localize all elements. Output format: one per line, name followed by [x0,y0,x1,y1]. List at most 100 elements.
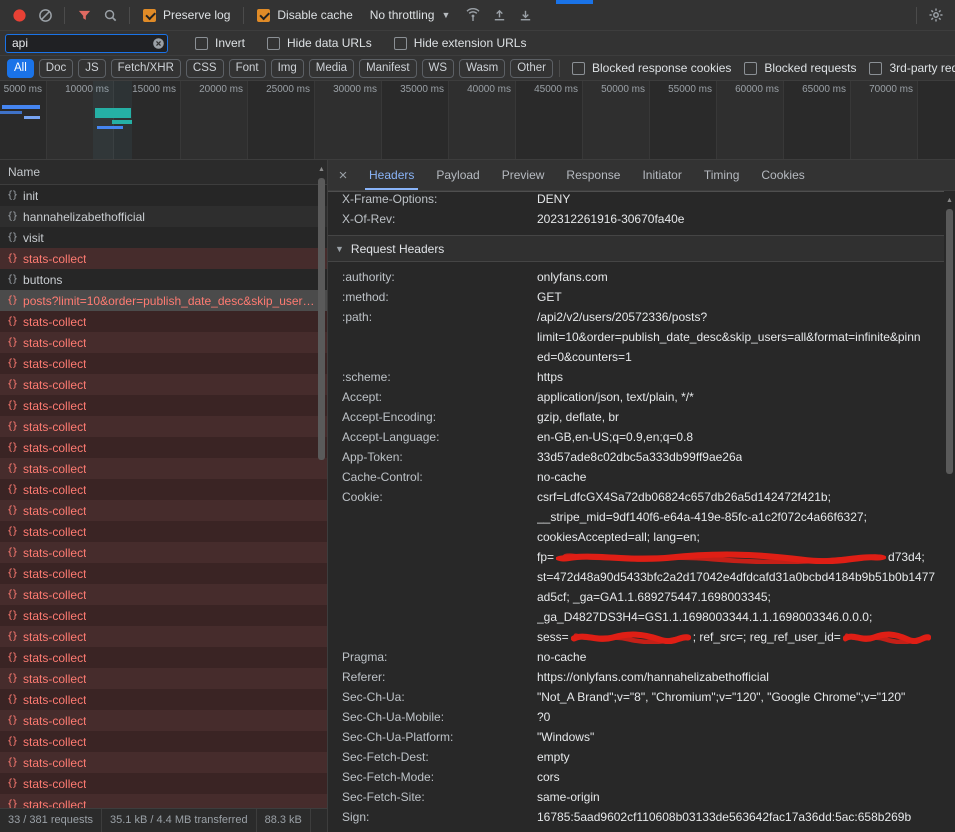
blocked-filter-checkbox[interactable]: 3rd-party requests [869,61,955,75]
details-tab[interactable]: Timing [693,160,751,190]
request-row[interactable]: {} stats-collect [0,521,327,542]
scrollbar-thumb[interactable] [946,209,953,474]
checkbox-checked[interactable] [257,9,270,22]
details-scrollbar[interactable]: ▲ [944,193,955,832]
request-row[interactable]: {} stats-collect [0,437,327,458]
checkbox-unchecked[interactable] [394,37,407,50]
details-tab[interactable]: Cookies [750,160,815,190]
checkbox-unchecked[interactable] [572,62,585,75]
request-headers-section-header[interactable]: ▼ Request Headers [328,235,944,262]
request-row[interactable]: {} stats-collect [0,374,327,395]
type-filter-chip[interactable]: CSS [186,59,224,78]
json-file-icon: {} [7,190,17,201]
header-row-cookie: Cookie: csrf=LdfcGX4Sa72db06824c657db26a… [328,487,944,647]
request-row[interactable]: {} buttons [0,269,327,290]
request-row[interactable]: {} stats-collect [0,710,327,731]
request-row[interactable]: {} stats-collect [0,458,327,479]
checkbox-unchecked[interactable] [744,62,757,75]
header-name: :authority: [328,267,537,287]
export-har-button[interactable] [512,3,538,27]
clear-filter-icon[interactable] [152,37,165,50]
preserve-log-checkbox[interactable]: Preserve log [143,8,230,22]
request-row[interactable]: {} stats-collect [0,794,327,808]
type-filter-chip[interactable]: Fetch/XHR [111,59,181,78]
throttling-select[interactable]: No throttling ▼ [370,8,451,22]
details-tab[interactable]: Initiator [631,160,692,190]
scrollbar-thumb[interactable] [318,178,325,460]
request-row[interactable]: {} stats-collect [0,353,327,374]
checkbox-unchecked[interactable] [869,62,882,75]
request-row[interactable]: {} stats-collect [0,500,327,521]
checkbox-unchecked[interactable] [267,37,280,50]
type-filter-chip[interactable]: Media [309,59,354,78]
blocked-filter-checkbox[interactable]: Blocked response cookies [572,61,731,75]
request-row[interactable]: {} stats-collect [0,668,327,689]
type-filter-chip[interactable]: Other [510,59,553,78]
checkbox-checked[interactable] [143,9,156,22]
filter-toggle-button[interactable] [71,3,97,27]
requests-scrollbar[interactable]: ▲ [316,162,327,806]
type-filter-chip[interactable]: All [7,59,34,78]
request-name: stats-collect [23,672,86,686]
request-row[interactable]: {} stats-collect [0,332,327,353]
close-icon[interactable]: × [328,160,358,190]
request-row[interactable]: {} stats-collect [0,542,327,563]
request-row[interactable]: {} stats-collect [0,605,327,626]
clear-network-log-button[interactable] [32,3,58,27]
scroll-up-icon[interactable]: ▲ [318,165,325,175]
header-name: Pragma: [328,647,537,667]
hide-extension-urls-checkbox[interactable]: Hide extension URLs [394,36,527,50]
request-row[interactable]: {} stats-collect [0,563,327,584]
details-tab[interactable]: Response [555,160,631,190]
search-button[interactable] [97,3,123,27]
type-filter-chip[interactable]: Wasm [459,59,505,78]
type-filter-chip[interactable]: Img [271,59,304,78]
header-value: 16785:5aad9602cf110608b03133de563642fac1… [537,807,911,827]
request-row[interactable]: {} stats-collect [0,731,327,752]
timeline-overview[interactable]: 5000 ms10000 ms15000 ms20000 ms25000 ms3… [0,81,955,160]
request-row[interactable]: {} hannahelizabethofficial [0,206,327,227]
filter-input[interactable] [5,34,168,53]
request-row[interactable]: {} init [0,185,327,206]
name-column-header[interactable]: Name [0,160,327,185]
waterfall-bar [0,111,22,114]
blocked-filter-checkbox[interactable]: Blocked requests [744,61,856,75]
type-filter-chip[interactable]: WS [422,59,455,78]
type-filter-chip[interactable]: Doc [39,59,73,78]
settings-button[interactable] [923,3,949,27]
hide-data-urls-checkbox[interactable]: Hide data URLs [267,36,372,50]
details-tab[interactable]: Payload [425,160,490,190]
request-row[interactable]: {} stats-collect [0,773,327,794]
header-name: Sec-Fetch-Dest: [328,747,537,767]
type-filter-chip[interactable]: Font [229,59,266,78]
request-row[interactable]: {} stats-collect [0,416,327,437]
request-row[interactable]: {} stats-collect [0,584,327,605]
invert-checkbox[interactable]: Invert [195,36,245,50]
scroll-up-icon[interactable]: ▲ [946,196,953,206]
request-name: init [23,189,38,203]
request-name: stats-collect [23,567,86,581]
request-row[interactable]: {} stats-collect [0,479,327,500]
disable-cache-checkbox[interactable]: Disable cache [257,8,352,22]
network-conditions-button[interactable] [460,3,486,27]
section-cut-line [328,191,944,192]
request-row[interactable]: {} stats-collect [0,248,327,269]
import-har-button[interactable] [486,3,512,27]
request-row[interactable]: {} stats-collect [0,395,327,416]
checkbox-unchecked[interactable] [195,37,208,50]
details-tab[interactable]: Preview [491,160,556,190]
type-filter-chip[interactable]: JS [78,59,105,78]
type-filter-chip[interactable]: Manifest [359,59,416,78]
request-row[interactable]: {} stats-collect [0,311,327,332]
header-row: :scheme: https [328,367,944,387]
request-row[interactable]: {} stats-collect [0,626,327,647]
request-name: stats-collect [23,462,86,476]
request-row[interactable]: {} posts?limit=10&order=publish_date_des… [0,290,327,311]
request-row[interactable]: {} visit [0,227,327,248]
request-row[interactable]: {} stats-collect [0,689,327,710]
record-button[interactable] [6,3,32,27]
details-tab[interactable]: Headers [358,160,425,190]
transferred-size: 35.1 kB / 4.4 MB transferred [102,809,257,832]
request-row[interactable]: {} stats-collect [0,752,327,773]
request-row[interactable]: {} stats-collect [0,647,327,668]
